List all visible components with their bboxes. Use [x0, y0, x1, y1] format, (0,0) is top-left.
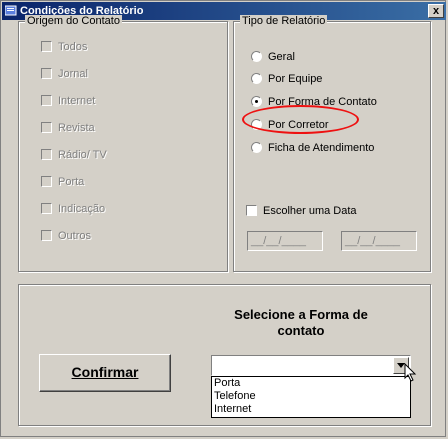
contact-form-combobox[interactable]: [211, 355, 411, 376]
checkbox-box[interactable]: [246, 205, 257, 216]
contact-form-dropdown-list: Porta Telefone Internet: [211, 376, 411, 418]
origem-label: Todos: [58, 41, 88, 53]
confirm-label: Confirmar: [71, 364, 139, 380]
checkbox-box[interactable]: [41, 203, 52, 214]
tipo-legend: Tipo de Relatório: [240, 15, 328, 27]
dropdown-option[interactable]: Internet: [212, 403, 410, 416]
checkbox-box[interactable]: [41, 68, 52, 79]
close-button[interactable]: x: [428, 4, 444, 18]
app-icon: [5, 5, 17, 16]
checkbox-box[interactable]: [41, 230, 52, 241]
radio-dot[interactable]: [251, 96, 262, 107]
origem-label: Indicação: [58, 203, 106, 215]
dropdown-option[interactable]: Telefone: [212, 390, 410, 403]
confirm-button[interactable]: Confirmar: [39, 354, 171, 392]
origem-label: Revista: [58, 122, 95, 134]
dropdown-option[interactable]: Porta: [212, 377, 410, 390]
checkbox-box[interactable]: [41, 41, 52, 52]
date-from-field[interactable]: __/__/____: [247, 231, 323, 251]
checkbox-box[interactable]: [41, 95, 52, 106]
date-to-field[interactable]: __/__/____: [341, 231, 417, 251]
origem-label: Internet: [58, 95, 96, 107]
radio-dot[interactable]: [251, 142, 262, 153]
tipo-label: Geral: [268, 51, 295, 63]
tipo-label: Por Equipe: [268, 73, 323, 85]
origem-label: Outros: [58, 230, 92, 242]
origem-label: Rádio/ TV: [58, 149, 107, 161]
origem-label: Porta: [58, 176, 85, 188]
choose-date-label: Escolher uma Data: [263, 205, 357, 217]
origem-legend: Origem do Contato: [25, 15, 122, 27]
radio-dot[interactable]: [251, 73, 262, 84]
select-contact-form-label: Selecione a Forma de contato: [234, 307, 368, 338]
origem-label: Jornal: [58, 68, 88, 80]
checkbox-box[interactable]: [41, 176, 52, 187]
checkbox-box[interactable]: [41, 149, 52, 160]
report-conditions-dialog: Condições do Relatório x Origem do Conta…: [0, 0, 446, 437]
mouse-cursor-icon: [404, 363, 417, 382]
checkbox-box[interactable]: [41, 122, 52, 133]
tipo-label: Ficha de Atendimento: [268, 142, 375, 154]
close-icon: x: [432, 5, 440, 17]
red-highlight-ellipse: [242, 105, 359, 134]
radio-dot[interactable]: [251, 51, 262, 62]
